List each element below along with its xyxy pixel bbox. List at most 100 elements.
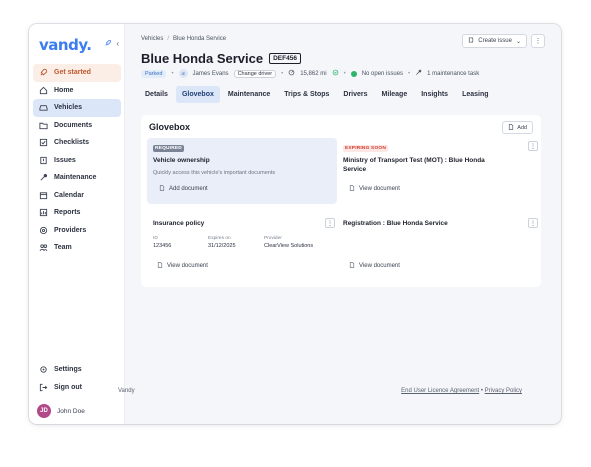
- sidebar-item-issues[interactable]: Issues: [33, 152, 121, 170]
- sidebar-item-maintenance[interactable]: Maintenance: [33, 169, 121, 187]
- view-document-link[interactable]: View document: [349, 262, 400, 270]
- sidebar-item-label: Checklists: [54, 139, 90, 147]
- footer-brand: Vandy: [118, 388, 135, 394]
- sidebar-item-calendar[interactable]: Calendar: [33, 187, 121, 205]
- footer-separator: •: [480, 388, 483, 394]
- tab-leasing[interactable]: Leasing: [456, 86, 494, 103]
- rocket-icon: [39, 68, 48, 77]
- field-label: ID: [153, 236, 158, 241]
- view-document-link[interactable]: View document: [349, 185, 400, 193]
- breadcrumb: Vehicles / Blue Honda Service: [141, 36, 226, 42]
- privacy-link[interactable]: Privacy Policy: [485, 388, 522, 394]
- tab-insights[interactable]: Insights: [415, 86, 454, 103]
- footer: Vandy End User Licence Agreement • Priva…: [118, 388, 522, 394]
- tab-glovebox[interactable]: Glovebox: [175, 86, 220, 103]
- sidebar-item-get-started[interactable]: Get started: [33, 64, 121, 82]
- add-button[interactable]: Add: [502, 121, 533, 134]
- sidebar-item-sign-out[interactable]: Sign out: [33, 379, 121, 397]
- breadcrumb-vehicles[interactable]: Vehicles: [141, 36, 163, 42]
- document-icon: [157, 262, 163, 270]
- sidebar-item-reports[interactable]: Reports: [33, 204, 121, 222]
- sidebar-item-label: Home: [54, 86, 74, 94]
- insurance-field-id: ID 123456: [153, 236, 171, 249]
- insurance-options-button[interactable]: ⋮: [325, 218, 335, 228]
- sidebar-item-team[interactable]: Team: [33, 239, 121, 257]
- logo-row: vandy. ‹: [39, 36, 119, 54]
- sidebar-item-checklists[interactable]: Checklists: [33, 134, 121, 152]
- sidebar-nav: Get started Home Vehicles Documents Chec…: [33, 64, 121, 257]
- registration-options-button[interactable]: ⋮: [528, 218, 538, 228]
- sidebar-item-label: Calendar: [54, 191, 84, 199]
- maintenance-count: 1 maintenance task: [427, 70, 480, 77]
- insurance-card[interactable]: Insurance policy ⋮ ID 123456 Expires on …: [147, 217, 337, 279]
- add-button-label: Add: [517, 124, 527, 131]
- collapse-sidebar-icon[interactable]: ‹: [116, 39, 119, 49]
- rocket-small-icon[interactable]: [104, 39, 112, 49]
- footer-links: End User Licence Agreement • Privacy Pol…: [401, 388, 522, 394]
- mot-options-button[interactable]: ⋮: [528, 141, 538, 151]
- view-document-label: View document: [359, 263, 400, 269]
- expiring-soon-badge: EXPIRING SOON: [343, 145, 388, 152]
- sidebar-item-providers[interactable]: Providers: [33, 222, 121, 240]
- sidebar-item-home[interactable]: Home: [33, 82, 121, 100]
- breadcrumb-current: Blue Honda Service: [173, 36, 227, 42]
- reports-icon: [39, 208, 48, 217]
- user-name: John Doe: [57, 407, 85, 415]
- providers-icon: [39, 226, 48, 235]
- sidebar-item-label: Reports: [54, 209, 81, 217]
- ownership-card[interactable]: REQUIRED Vehicle ownership Quickly acces…: [147, 138, 337, 204]
- signout-icon: [39, 383, 48, 392]
- view-document-label: View document: [359, 186, 400, 192]
- status-ok-icon: [350, 70, 357, 77]
- top-actions: Create issue ⌄ ⋮: [462, 34, 545, 48]
- mot-title: Ministry of Transport Test (MOT) : Blue …: [343, 157, 485, 173]
- main-content: Vehicles / Blue Honda Service Create iss…: [133, 24, 561, 424]
- user-profile[interactable]: JD John Doe: [37, 404, 85, 418]
- odometer-icon: [288, 69, 295, 78]
- logo: vandy.: [39, 36, 92, 54]
- issue-icon: [468, 37, 474, 45]
- sidebar-item-documents[interactable]: Documents: [33, 117, 121, 135]
- document-icon: [159, 185, 165, 193]
- issue-icon: [39, 156, 48, 165]
- tab-drivers[interactable]: Drivers: [337, 86, 373, 103]
- sidebar-item-label: Get started: [54, 69, 91, 77]
- chevron-down-icon[interactable]: ⌄: [516, 38, 521, 45]
- title-row: Blue Honda Service DEF456: [141, 51, 301, 66]
- sidebar-item-label: Team: [54, 244, 72, 252]
- field-label: Expires on: [208, 236, 231, 241]
- tab-trips-stops[interactable]: Trips & Stops: [278, 86, 335, 103]
- car-icon: [39, 103, 48, 112]
- sidebar-item-label: Vehicles: [54, 104, 83, 112]
- logo-actions: ‹: [104, 39, 119, 49]
- separator-dot: •: [171, 70, 174, 77]
- field-value: 31/12/2025: [208, 243, 236, 249]
- sidebar-item-vehicles[interactable]: Vehicles: [33, 99, 121, 117]
- sidebar-item-settings[interactable]: Settings: [33, 361, 121, 379]
- registration-card[interactable]: Registration : Blue Honda Service ⋮ View…: [343, 217, 538, 279]
- insurance-title: Insurance policy: [153, 220, 205, 227]
- registration-title: Registration : Blue Honda Service: [343, 220, 448, 227]
- separator-dot: •: [343, 70, 346, 77]
- ownership-title: Vehicle ownership: [153, 157, 210, 164]
- gear-icon: [39, 365, 48, 374]
- app-window: vandy. ‹ Get started Home Vehicles Docum…: [29, 24, 561, 424]
- tab-mileage[interactable]: Mileage: [376, 86, 414, 103]
- status-badge: Parked: [141, 69, 167, 78]
- sidebar-item-label: Sign out: [54, 383, 82, 391]
- change-driver-button[interactable]: Change driver: [233, 69, 277, 78]
- tab-maintenance[interactable]: Maintenance: [222, 86, 276, 103]
- mot-card[interactable]: EXPIRING SOON ⋮ Ministry of Transport Te…: [343, 138, 538, 204]
- more-options-button[interactable]: ⋮: [531, 34, 545, 48]
- create-issue-button[interactable]: Create issue ⌄: [462, 34, 527, 48]
- add-document-label: Add document: [169, 186, 208, 192]
- sidebar-item-label: Maintenance: [54, 174, 97, 182]
- add-document-link[interactable]: Add document: [159, 185, 208, 193]
- create-issue-label: Create issue: [478, 38, 512, 44]
- eula-link[interactable]: End User Licence Agreement: [401, 388, 479, 394]
- team-icon: [39, 243, 48, 252]
- view-document-link[interactable]: View document: [157, 262, 208, 270]
- tab-details[interactable]: Details: [139, 86, 174, 103]
- driver-avatar: JE: [178, 69, 188, 78]
- ownership-subtitle: Quickly access this vehicle's important …: [153, 170, 276, 176]
